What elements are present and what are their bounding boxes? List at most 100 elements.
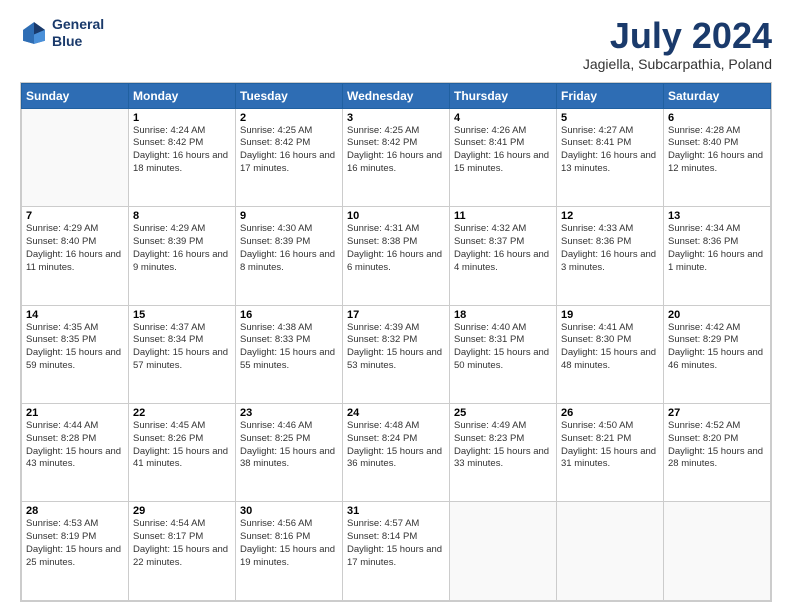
day-number-14: 14 <box>26 309 124 321</box>
day-detail-25: Sunrise: 4:49 AM Sunset: 8:23 PM Dayligh… <box>454 420 552 471</box>
cell-w3-d3: 24Sunrise: 4:48 AM Sunset: 8:24 PM Dayli… <box>343 404 450 502</box>
cell-w1-d2: 9Sunrise: 4:30 AM Sunset: 8:39 PM Daylig… <box>236 207 343 305</box>
subtitle: Jagiella, Subcarpathia, Poland <box>583 56 772 72</box>
main-title: July 2024 <box>583 16 772 56</box>
week-row-3: 14Sunrise: 4:35 AM Sunset: 8:35 PM Dayli… <box>22 305 771 403</box>
day-number-19: 19 <box>561 309 659 321</box>
header-tuesday: Tuesday <box>236 83 343 108</box>
cell-w1-d3: 10Sunrise: 4:31 AM Sunset: 8:38 PM Dayli… <box>343 207 450 305</box>
day-detail-2: Sunrise: 4:25 AM Sunset: 8:42 PM Dayligh… <box>240 125 338 176</box>
day-detail-13: Sunrise: 4:34 AM Sunset: 8:36 PM Dayligh… <box>668 223 766 274</box>
day-detail-11: Sunrise: 4:32 AM Sunset: 8:37 PM Dayligh… <box>454 223 552 274</box>
day-detail-30: Sunrise: 4:56 AM Sunset: 8:16 PM Dayligh… <box>240 518 338 569</box>
day-detail-7: Sunrise: 4:29 AM Sunset: 8:40 PM Dayligh… <box>26 223 124 274</box>
cell-w2-d1: 15Sunrise: 4:37 AM Sunset: 8:34 PM Dayli… <box>129 305 236 403</box>
day-detail-9: Sunrise: 4:30 AM Sunset: 8:39 PM Dayligh… <box>240 223 338 274</box>
day-detail-28: Sunrise: 4:53 AM Sunset: 8:19 PM Dayligh… <box>26 518 124 569</box>
day-detail-31: Sunrise: 4:57 AM Sunset: 8:14 PM Dayligh… <box>347 518 445 569</box>
cell-w0-d6: 6Sunrise: 4:28 AM Sunset: 8:40 PM Daylig… <box>664 108 771 206</box>
day-detail-4: Sunrise: 4:26 AM Sunset: 8:41 PM Dayligh… <box>454 125 552 176</box>
cell-w1-d5: 12Sunrise: 4:33 AM Sunset: 8:36 PM Dayli… <box>557 207 664 305</box>
cell-w0-d2: 2Sunrise: 4:25 AM Sunset: 8:42 PM Daylig… <box>236 108 343 206</box>
day-detail-15: Sunrise: 4:37 AM Sunset: 8:34 PM Dayligh… <box>133 322 231 373</box>
day-number-3: 3 <box>347 112 445 124</box>
day-detail-26: Sunrise: 4:50 AM Sunset: 8:21 PM Dayligh… <box>561 420 659 471</box>
day-number-28: 28 <box>26 505 124 517</box>
day-number-29: 29 <box>133 505 231 517</box>
day-detail-5: Sunrise: 4:27 AM Sunset: 8:41 PM Dayligh… <box>561 125 659 176</box>
cell-w0-d1: 1Sunrise: 4:24 AM Sunset: 8:42 PM Daylig… <box>129 108 236 206</box>
day-number-9: 9 <box>240 210 338 222</box>
header-sunday: Sunday <box>22 83 129 108</box>
day-number-30: 30 <box>240 505 338 517</box>
day-number-11: 11 <box>454 210 552 222</box>
cell-w0-d0 <box>22 108 129 206</box>
logo-icon <box>20 19 48 47</box>
day-number-12: 12 <box>561 210 659 222</box>
cell-w4-d6 <box>664 502 771 601</box>
day-detail-6: Sunrise: 4:28 AM Sunset: 8:40 PM Dayligh… <box>668 125 766 176</box>
cell-w0-d4: 4Sunrise: 4:26 AM Sunset: 8:41 PM Daylig… <box>450 108 557 206</box>
day-number-8: 8 <box>133 210 231 222</box>
cell-w3-d0: 21Sunrise: 4:44 AM Sunset: 8:28 PM Dayli… <box>22 404 129 502</box>
header-wednesday: Wednesday <box>343 83 450 108</box>
day-detail-24: Sunrise: 4:48 AM Sunset: 8:24 PM Dayligh… <box>347 420 445 471</box>
day-detail-3: Sunrise: 4:25 AM Sunset: 8:42 PM Dayligh… <box>347 125 445 176</box>
header-saturday: Saturday <box>664 83 771 108</box>
day-number-22: 22 <box>133 407 231 419</box>
page: General Blue July 2024 Jagiella, Subcarp… <box>0 0 792 612</box>
day-number-6: 6 <box>668 112 766 124</box>
day-number-17: 17 <box>347 309 445 321</box>
day-number-16: 16 <box>240 309 338 321</box>
day-detail-10: Sunrise: 4:31 AM Sunset: 8:38 PM Dayligh… <box>347 223 445 274</box>
calendar-header: SundayMondayTuesdayWednesdayThursdayFrid… <box>22 83 771 108</box>
cell-w2-d5: 19Sunrise: 4:41 AM Sunset: 8:30 PM Dayli… <box>557 305 664 403</box>
day-detail-22: Sunrise: 4:45 AM Sunset: 8:26 PM Dayligh… <box>133 420 231 471</box>
day-number-15: 15 <box>133 309 231 321</box>
header-friday: Friday <box>557 83 664 108</box>
day-detail-27: Sunrise: 4:52 AM Sunset: 8:20 PM Dayligh… <box>668 420 766 471</box>
cell-w1-d0: 7Sunrise: 4:29 AM Sunset: 8:40 PM Daylig… <box>22 207 129 305</box>
day-number-10: 10 <box>347 210 445 222</box>
cell-w2-d4: 18Sunrise: 4:40 AM Sunset: 8:31 PM Dayli… <box>450 305 557 403</box>
logo: General Blue <box>20 16 104 50</box>
day-number-7: 7 <box>26 210 124 222</box>
cell-w3-d1: 22Sunrise: 4:45 AM Sunset: 8:26 PM Dayli… <box>129 404 236 502</box>
day-number-25: 25 <box>454 407 552 419</box>
day-detail-1: Sunrise: 4:24 AM Sunset: 8:42 PM Dayligh… <box>133 125 231 176</box>
cell-w4-d4 <box>450 502 557 601</box>
day-number-2: 2 <box>240 112 338 124</box>
day-detail-14: Sunrise: 4:35 AM Sunset: 8:35 PM Dayligh… <box>26 322 124 373</box>
cell-w3-d6: 27Sunrise: 4:52 AM Sunset: 8:20 PM Dayli… <box>664 404 771 502</box>
cell-w2-d2: 16Sunrise: 4:38 AM Sunset: 8:33 PM Dayli… <box>236 305 343 403</box>
logo-text: General Blue <box>52 16 104 50</box>
week-row-1: 1Sunrise: 4:24 AM Sunset: 8:42 PM Daylig… <box>22 108 771 206</box>
day-detail-16: Sunrise: 4:38 AM Sunset: 8:33 PM Dayligh… <box>240 322 338 373</box>
day-number-5: 5 <box>561 112 659 124</box>
cell-w1-d1: 8Sunrise: 4:29 AM Sunset: 8:39 PM Daylig… <box>129 207 236 305</box>
week-row-5: 28Sunrise: 4:53 AM Sunset: 8:19 PM Dayli… <box>22 502 771 601</box>
cell-w0-d5: 5Sunrise: 4:27 AM Sunset: 8:41 PM Daylig… <box>557 108 664 206</box>
day-detail-17: Sunrise: 4:39 AM Sunset: 8:32 PM Dayligh… <box>347 322 445 373</box>
day-detail-23: Sunrise: 4:46 AM Sunset: 8:25 PM Dayligh… <box>240 420 338 471</box>
header-thursday: Thursday <box>450 83 557 108</box>
calendar-body: 1Sunrise: 4:24 AM Sunset: 8:42 PM Daylig… <box>22 108 771 600</box>
week-row-4: 21Sunrise: 4:44 AM Sunset: 8:28 PM Dayli… <box>22 404 771 502</box>
header-row: SundayMondayTuesdayWednesdayThursdayFrid… <box>22 83 771 108</box>
day-number-21: 21 <box>26 407 124 419</box>
cell-w2-d0: 14Sunrise: 4:35 AM Sunset: 8:35 PM Dayli… <box>22 305 129 403</box>
header-monday: Monday <box>129 83 236 108</box>
day-number-13: 13 <box>668 210 766 222</box>
day-number-27: 27 <box>668 407 766 419</box>
cell-w2-d6: 20Sunrise: 4:42 AM Sunset: 8:29 PM Dayli… <box>664 305 771 403</box>
day-number-26: 26 <box>561 407 659 419</box>
cell-w4-d3: 31Sunrise: 4:57 AM Sunset: 8:14 PM Dayli… <box>343 502 450 601</box>
day-detail-20: Sunrise: 4:42 AM Sunset: 8:29 PM Dayligh… <box>668 322 766 373</box>
cell-w1-d6: 13Sunrise: 4:34 AM Sunset: 8:36 PM Dayli… <box>664 207 771 305</box>
cell-w3-d2: 23Sunrise: 4:46 AM Sunset: 8:25 PM Dayli… <box>236 404 343 502</box>
day-detail-18: Sunrise: 4:40 AM Sunset: 8:31 PM Dayligh… <box>454 322 552 373</box>
day-detail-19: Sunrise: 4:41 AM Sunset: 8:30 PM Dayligh… <box>561 322 659 373</box>
calendar: SundayMondayTuesdayWednesdayThursdayFrid… <box>20 82 772 602</box>
header: General Blue July 2024 Jagiella, Subcarp… <box>20 16 772 72</box>
cell-w3-d4: 25Sunrise: 4:49 AM Sunset: 8:23 PM Dayli… <box>450 404 557 502</box>
